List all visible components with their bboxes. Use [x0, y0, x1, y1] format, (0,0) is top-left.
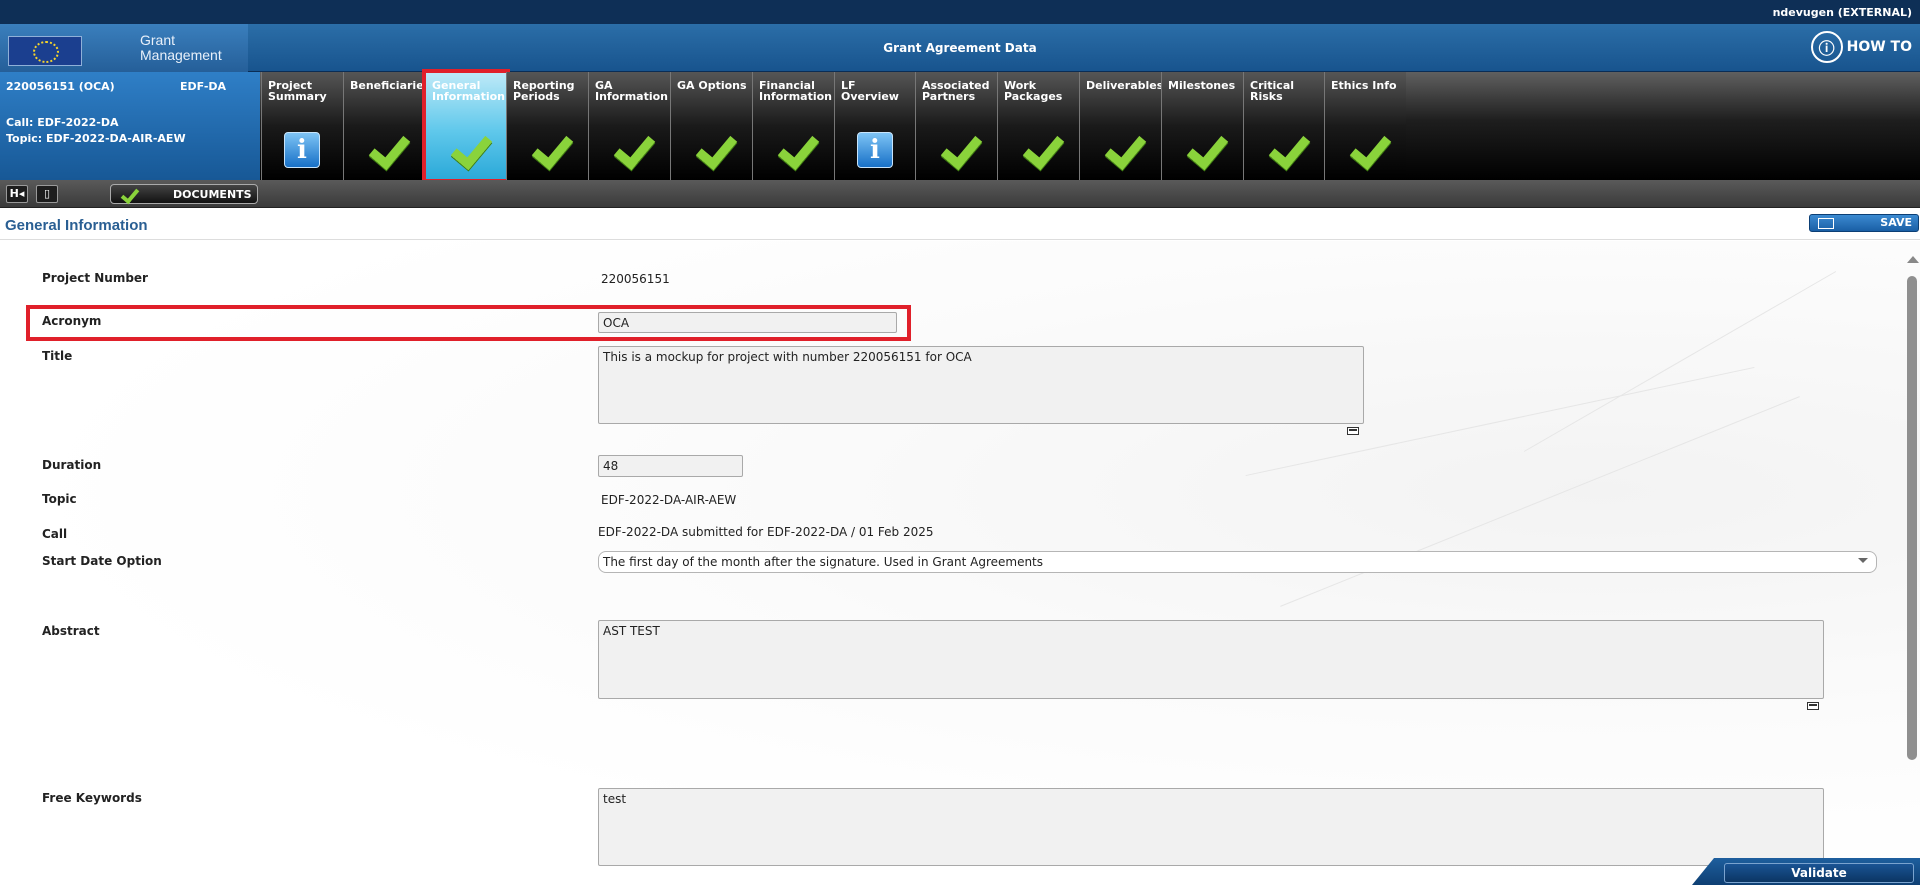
tab-reporting-periods[interactable]: Reporting Periods [506, 72, 588, 180]
tab-ga-options[interactable]: GA Options [670, 72, 752, 180]
tab-ga-information[interactable]: GA Information [588, 72, 670, 180]
print-button[interactable]: ▯ [36, 185, 58, 203]
duration-label: Duration [42, 458, 102, 472]
project-info-panel: 220056151 (OCA) EDF-DA Call: EDF-2022-DA… [0, 72, 260, 180]
tab-label: Work Packages [1004, 79, 1063, 103]
tab-associated-partners[interactable]: Associated Partners [915, 72, 997, 180]
start-date-option-label: Start Date Option [42, 554, 162, 568]
how-to-button[interactable]: ⓘ HOW TO [1810, 30, 1912, 64]
validate-button[interactable]: Validate [1724, 863, 1914, 883]
section-title: General Information [5, 217, 148, 234]
print-icon: ▯ [43, 187, 51, 200]
project-number-label: Project Number [42, 271, 148, 285]
chevron-down-icon [1858, 558, 1868, 563]
tab-label: Reporting Periods [513, 79, 575, 103]
tab-label: General Information [432, 79, 505, 103]
user-bar: ndevugen (EXTERNAL) [0, 0, 1920, 24]
acronym-label: Acronym [42, 314, 102, 328]
tab-label: Milestones [1168, 79, 1236, 92]
page-title: Grant Agreement Data [883, 41, 1037, 55]
tab-work-packages[interactable]: Work Packages [997, 72, 1079, 180]
checkmark-icon [691, 130, 731, 170]
duration-field[interactable]: 48 [598, 455, 743, 477]
tab-beneficiaries[interactable]: Beneficiaries [343, 72, 431, 180]
abstract-label: Abstract [42, 624, 100, 638]
topic-value: EDF-2022-DA-AIR-AEW [601, 493, 737, 507]
checkmark-icon [773, 130, 813, 170]
documents-button[interactable]: DOCUMENTS [110, 184, 258, 204]
back-home-button[interactable]: H◂ [6, 185, 28, 203]
back-home-icon: H◂ [9, 187, 25, 200]
checkmark-icon [936, 130, 976, 170]
programme: EDF-DA [180, 80, 227, 93]
tab-ethics-info[interactable]: Ethics Info [1324, 72, 1406, 180]
resize-icon[interactable] [1347, 427, 1359, 435]
info-icon: i [282, 130, 322, 170]
scroll-thumb[interactable] [1907, 276, 1917, 760]
call-value: EDF-2022-DA submitted for EDF-2022-DA / … [598, 525, 934, 539]
abstract-field[interactable]: AST TEST [598, 620, 1824, 699]
tab-label: Ethics Info [1331, 79, 1397, 92]
save-icon [1818, 218, 1834, 229]
tab-project-summary[interactable]: Project Summary i [261, 72, 343, 180]
tab-financial-information[interactable]: Financial Information [752, 72, 834, 180]
how-to-label: HOW TO [1846, 39, 1912, 55]
checkmark-icon [1345, 130, 1385, 170]
call-label: Call [42, 527, 68, 541]
section-header: General Information SAVE [0, 210, 1920, 240]
title-label: Title [42, 349, 73, 363]
checkmark-icon [446, 130, 486, 170]
tab-label: GA Options [677, 79, 747, 92]
tab-deliverables[interactable]: Deliverables [1079, 72, 1164, 180]
title-field[interactable]: This is a mockup for project with number… [598, 346, 1364, 424]
save-label: SAVE [1880, 216, 1912, 229]
tab-label: Beneficiaries [350, 79, 431, 92]
topic-label: Topic [42, 492, 77, 506]
scroll-up-icon[interactable] [1907, 256, 1919, 263]
tab-label: LF Overview [841, 79, 899, 103]
checkmark-icon [609, 130, 649, 170]
how-to-icon: ⓘ [1810, 31, 1843, 63]
tab-label: Financial Information [759, 79, 832, 103]
info-icon: i [855, 130, 895, 170]
free-keywords-label: Free Keywords [42, 791, 142, 805]
start-date-option-select[interactable]: The first day of the month after the sig… [598, 551, 1877, 573]
app-header: Grant Management Grant Agreement Data ⓘ … [0, 24, 1920, 72]
toolbar: H◂ ▯ DOCUMENTS [0, 180, 1920, 208]
free-keywords-field[interactable]: test [598, 788, 1824, 866]
background-decoration [1523, 271, 1837, 452]
vertical-scrollbar[interactable] [1904, 250, 1920, 760]
checkmark-icon [119, 185, 139, 203]
project-topic: Topic: EDF-2022-DA-AIR-AEW [6, 132, 186, 145]
resize-icon[interactable] [1807, 702, 1819, 710]
project-number-value: 220056151 [601, 272, 670, 286]
navigation-area: 220056151 (OCA) EDF-DA Call: EDF-2022-DA… [0, 69, 1920, 183]
checkmark-icon [1100, 130, 1140, 170]
acronym-field[interactable]: OCA [598, 312, 897, 333]
documents-label: DOCUMENTS [173, 188, 252, 201]
checkmark-icon [1018, 130, 1058, 170]
tab-label: Associated Partners [922, 79, 990, 103]
start-date-option-value: The first day of the month after the sig… [603, 555, 1044, 569]
tab-label: Deliverables [1086, 79, 1164, 92]
tab-critical-risks[interactable]: Critical Risks [1243, 72, 1325, 180]
checkmark-icon [364, 130, 404, 170]
checkmark-icon [1264, 130, 1304, 170]
tab-general-information[interactable]: General Information [422, 69, 510, 183]
checkmark-icon [527, 130, 567, 170]
user-name: ndevugen (EXTERNAL) [1772, 6, 1912, 19]
tab-label: GA Information [595, 79, 668, 103]
checkmark-icon [1182, 130, 1222, 170]
save-button[interactable]: SAVE [1809, 214, 1919, 232]
tab-milestones[interactable]: Milestones [1161, 72, 1243, 180]
tab-label: Critical Risks [1250, 79, 1295, 103]
project-id: 220056151 (OCA) [6, 80, 115, 93]
tab-lf-overview[interactable]: LF Overview i [834, 72, 916, 180]
project-call: Call: EDF-2022-DA [6, 116, 119, 129]
tab-label: Project Summary [268, 79, 327, 103]
